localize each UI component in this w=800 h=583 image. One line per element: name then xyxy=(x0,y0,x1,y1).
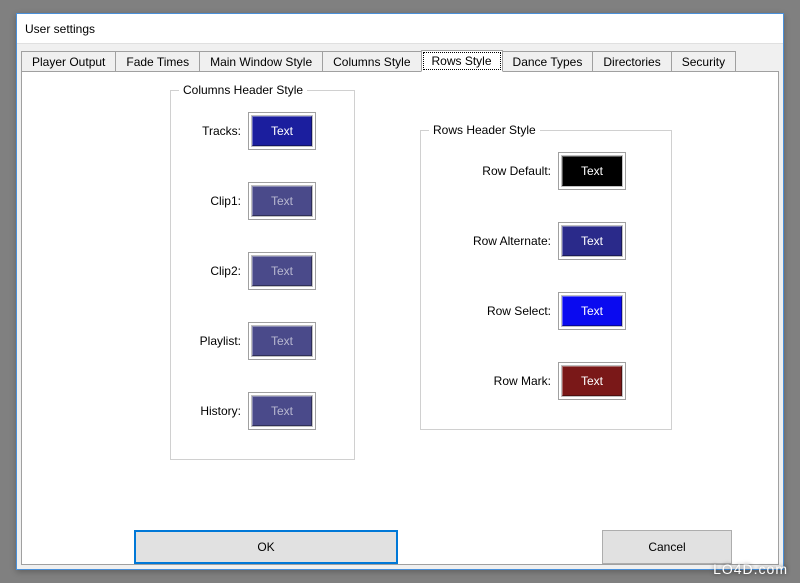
tab-fade-times[interactable]: Fade Times xyxy=(115,51,200,72)
tab-main-window-style[interactable]: Main Window Style xyxy=(199,51,323,72)
tracks-label: Tracks: xyxy=(171,124,241,138)
row-select-label: Row Select: xyxy=(421,304,551,318)
row-select-swatch-border: Text xyxy=(559,293,625,329)
watermark: LO4D.com xyxy=(713,561,788,577)
ok-button[interactable]: OK xyxy=(134,530,398,564)
window-title: User settings xyxy=(25,22,95,36)
tab-dance-types[interactable]: Dance Types xyxy=(502,51,594,72)
clip1-label: Clip1: xyxy=(171,194,241,208)
tab-player-output[interactable]: Player Output xyxy=(21,51,116,72)
row-mark-swatch-border: Text xyxy=(559,363,625,399)
row-alternate-label: Row Alternate: xyxy=(421,234,551,248)
history-swatch[interactable]: Text xyxy=(252,396,312,426)
tab-rows-style[interactable]: Rows Style xyxy=(421,50,503,72)
rows-header-style-group: Rows Header Style Row Default: Text Row … xyxy=(420,130,672,430)
row-alternate-swatch-border: Text xyxy=(559,223,625,259)
clip1-swatch[interactable]: Text xyxy=(252,186,312,216)
tab-content-rows-style: Columns Header Style Tracks: Text Clip1:… xyxy=(21,71,779,565)
columns-group-legend: Columns Header Style xyxy=(179,83,307,97)
tab-strip: Player Output Fade Times Main Window Sty… xyxy=(17,44,783,72)
clip1-swatch-border: Text xyxy=(249,183,315,219)
row-mark-label: Row Mark: xyxy=(421,374,551,388)
playlist-swatch[interactable]: Text xyxy=(252,326,312,356)
row-select-swatch[interactable]: Text xyxy=(562,296,622,326)
user-settings-window: User settings Player Output Fade Times M… xyxy=(16,13,784,570)
tracks-swatch-border: Text xyxy=(249,113,315,149)
row-default-swatch[interactable]: Text xyxy=(562,156,622,186)
playlist-label: Playlist: xyxy=(171,334,241,348)
clip2-label: Clip2: xyxy=(171,264,241,278)
row-default-swatch-border: Text xyxy=(559,153,625,189)
tab-security[interactable]: Security xyxy=(671,51,736,72)
row-mark-swatch[interactable]: Text xyxy=(562,366,622,396)
tab-directories[interactable]: Directories xyxy=(592,51,671,72)
row-alternate-swatch[interactable]: Text xyxy=(562,226,622,256)
history-label: History: xyxy=(171,404,241,418)
row-default-label: Row Default: xyxy=(421,164,551,178)
cancel-button[interactable]: Cancel xyxy=(602,530,732,564)
title-bar: User settings xyxy=(17,14,783,44)
rows-group-legend: Rows Header Style xyxy=(429,123,540,137)
clip2-swatch[interactable]: Text xyxy=(252,256,312,286)
columns-header-style-group: Columns Header Style Tracks: Text Clip1:… xyxy=(170,90,355,460)
tracks-swatch[interactable]: Text xyxy=(252,116,312,146)
history-swatch-border: Text xyxy=(249,393,315,429)
tab-columns-style[interactable]: Columns Style xyxy=(322,51,421,72)
playlist-swatch-border: Text xyxy=(249,323,315,359)
clip2-swatch-border: Text xyxy=(249,253,315,289)
